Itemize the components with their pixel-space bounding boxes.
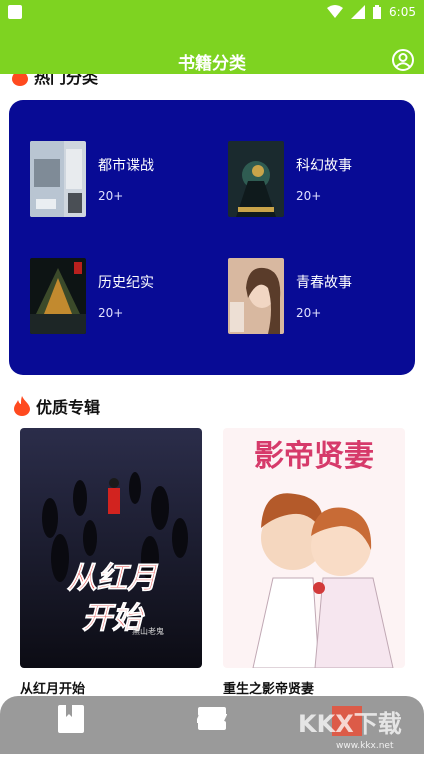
cover-title-text: 从红月 — [67, 561, 159, 596]
fire-icon — [14, 396, 30, 416]
category-name: 青春故事 — [296, 275, 352, 291]
category-name: 科幻故事 — [296, 158, 352, 174]
profile-icon[interactable] — [392, 49, 414, 71]
featured-section-title: 优质专辑 — [36, 398, 101, 417]
cell-signal-icon — [351, 5, 366, 19]
book-title: 从红月开始 — [20, 682, 86, 697]
app-notification-icon — [8, 5, 22, 19]
category-cover — [228, 258, 284, 334]
category-cover — [30, 141, 86, 217]
featured-book-card[interactable]: 影帝贤妻 重生之影帝贤妻 — [223, 428, 405, 697]
category-count: 20+ — [296, 306, 322, 320]
category-name: 历史纪实 — [98, 275, 154, 291]
category-panel: 都市谍战 20+ 科幻故事 20+ 历史纪实 20+ 青春故事 20+ — [9, 100, 415, 375]
watermark: KKX下载 www.kkx.net — [298, 700, 416, 754]
book-cover: 从红月 开始 黑山老鬼 — [20, 428, 202, 668]
category-item-scifi[interactable]: 科幻故事 20+ — [228, 141, 418, 219]
category-item-history[interactable]: 历史纪实 20+ — [30, 258, 220, 336]
cover-author-text: 黑山老鬼 — [132, 626, 164, 636]
wifi-icon — [327, 5, 344, 18]
hot-categories-title-row: 热门分类 — [12, 74, 152, 86]
status-right-group: 6:05 — [327, 3, 416, 21]
battery-icon — [373, 5, 382, 19]
category-cover — [30, 258, 86, 334]
category-count: 20+ — [98, 189, 124, 203]
category-count: 20+ — [296, 189, 322, 203]
category-item-youth[interactable]: 青春故事 20+ — [228, 258, 418, 336]
book-cover: 影帝贤妻 — [223, 428, 405, 668]
page-title: 书籍分类 — [178, 54, 246, 74]
watermark-url: www.kkx.net — [336, 741, 394, 751]
app-header: 书籍分类 — [0, 24, 424, 74]
book-icon[interactable] — [56, 704, 86, 734]
category-count: 20+ — [98, 306, 124, 320]
featured-book-card[interactable]: 从红月 开始 黑山老鬼 从红月开始 — [20, 428, 202, 697]
status-time: 6:05 — [389, 5, 416, 19]
category-cover — [228, 141, 284, 217]
status-bar: 6:05 — [0, 0, 424, 24]
cover-title-text: 影帝贤妻 — [254, 439, 374, 474]
category-name: 都市谍战 — [98, 158, 154, 174]
featured-section-title-row: 优质专辑 — [14, 394, 100, 418]
book-title: 重生之影帝贤妻 — [223, 682, 315, 697]
fire-icon — [12, 74, 28, 86]
bookshelf-icon[interactable] — [197, 704, 227, 734]
category-item-urban-spy[interactable]: 都市谍战 20+ — [30, 141, 220, 219]
hot-categories-title: 热门分类 — [34, 74, 99, 86]
watermark-text: KKX下载 — [298, 710, 402, 738]
